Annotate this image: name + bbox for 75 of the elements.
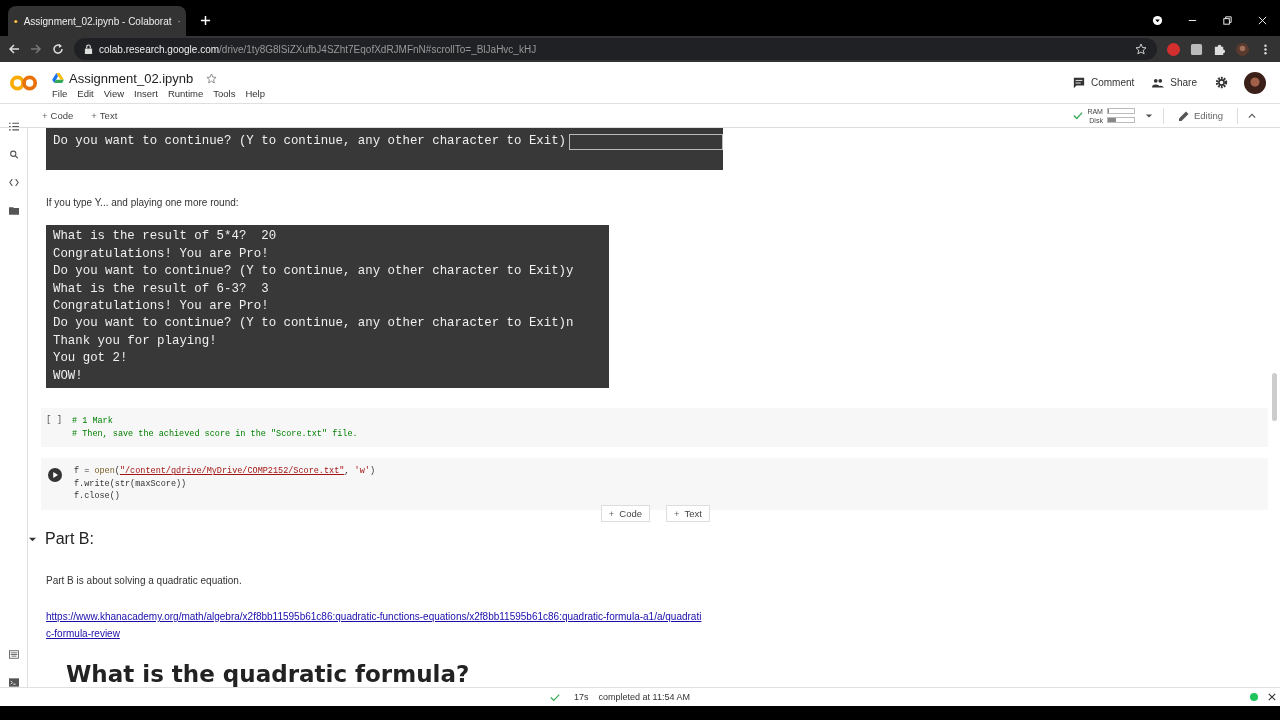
table-of-contents-icon[interactable] bbox=[8, 122, 19, 131]
add-code-button[interactable]: + Code bbox=[600, 505, 650, 523]
run-button[interactable] bbox=[48, 468, 62, 483]
share-button[interactable]: Share bbox=[1150, 74, 1199, 91]
add-text-button[interactable]: + Text bbox=[666, 505, 710, 523]
menu-item[interactable]: Runtime bbox=[167, 87, 204, 99]
menu-item[interactable]: Help bbox=[245, 87, 265, 99]
notebook-title[interactable]: Assignment_02.ipynb bbox=[69, 70, 194, 86]
editing-button[interactable]: Editing bbox=[1171, 108, 1229, 123]
search-icon[interactable] bbox=[8, 150, 19, 159]
text-paragraph: Part B is about solving a quadratic equation. bbox=[46, 575, 243, 587]
output-line: You got 2! bbox=[53, 350, 128, 368]
output-line: Congratulations! You are Pro! bbox=[53, 298, 269, 316]
code-line: f.close() bbox=[74, 490, 121, 504]
settings-icon[interactable] bbox=[1215, 76, 1228, 89]
disk-meter bbox=[1106, 117, 1135, 123]
input-field[interactable] bbox=[569, 133, 724, 150]
back-icon[interactable] bbox=[8, 43, 20, 55]
code-cell[interactable]: f = open("/content/gdrive/MyDrive/COMP2152/Score.txt", 'w') f.write(str(maxScore)) f.close() bbox=[41, 458, 1268, 511]
code-line: # Then, save the achieved score in the "Score.txt" file. bbox=[72, 427, 358, 441]
puzzle-icon[interactable] bbox=[1213, 42, 1226, 56]
output-line: What is the result of 5*4? 20 bbox=[53, 228, 277, 246]
keyboard-icon[interactable] bbox=[8, 650, 19, 659]
collapse-icon[interactable] bbox=[1248, 112, 1256, 119]
section-heading: Part B: bbox=[45, 530, 94, 549]
restore-icon[interactable] bbox=[1222, 15, 1233, 26]
forward-icon[interactable] bbox=[30, 43, 42, 55]
code-line: f.write(str(maxScore)) bbox=[74, 477, 188, 491]
people-icon bbox=[1152, 76, 1165, 89]
text-paragraph: If you type Y... and playing one more round: bbox=[46, 197, 240, 209]
add-code-button[interactable]: + Code bbox=[36, 109, 80, 122]
output-line: Do you want to continue? (Y to continue, any other character to Exit) bbox=[53, 133, 567, 150]
output-line: Do you want to continue? (Y to continue, any other character to Exit)y bbox=[53, 263, 574, 281]
output-line: What is the result of 6-3? 3 bbox=[53, 280, 269, 298]
duration-text: 17s bbox=[574, 692, 589, 702]
folder-icon[interactable] bbox=[8, 206, 19, 215]
terminal-icon[interactable] bbox=[8, 678, 19, 687]
add-text-button[interactable]: + Text bbox=[85, 109, 124, 122]
comment-icon bbox=[1072, 76, 1085, 89]
stop-sign-icon[interactable] bbox=[1167, 42, 1180, 56]
heading: What is the quadratic formula? bbox=[66, 660, 471, 687]
star-icon[interactable] bbox=[1135, 43, 1147, 55]
new-tab-icon[interactable] bbox=[200, 15, 211, 26]
code-line: # 1 Mark bbox=[72, 415, 114, 428]
comment-button[interactable]: Comment bbox=[1070, 74, 1137, 91]
code-line: f = open("/content/gdrive/MyDrive/COMP2152/Score.txt", 'w') bbox=[74, 465, 375, 478]
extension-icon[interactable] bbox=[1190, 42, 1203, 56]
output-line: Thank you for playing! bbox=[53, 332, 217, 350]
ram-meter bbox=[1106, 108, 1135, 114]
menu-item[interactable]: Tools bbox=[213, 87, 236, 99]
profile-menu-icon[interactable] bbox=[1152, 15, 1163, 26]
menu-item[interactable]: Edit bbox=[77, 87, 94, 99]
menu-item[interactable]: File bbox=[52, 87, 68, 99]
avatar-icon[interactable] bbox=[1244, 71, 1266, 94]
output-line: WOW! bbox=[53, 367, 83, 385]
drive-icon bbox=[52, 73, 64, 83]
connection-dot bbox=[1250, 693, 1258, 701]
lock-icon bbox=[84, 43, 93, 55]
link[interactable]: https://www.khanacademy.org/math/algebra/x2f8bb11595b61c86:quadratic-functions-equations/x2f8bb11595b61c86:quadratic-formula-a1/a/quadratic-formula-review bbox=[46, 608, 706, 643]
dropdown-icon[interactable] bbox=[1144, 112, 1153, 119]
output-line: Congratulations! You are Pro! bbox=[53, 245, 269, 263]
code-icon[interactable] bbox=[8, 178, 19, 187]
code-cell[interactable]: [ ] # 1 Mark # Then, save the achieved score in the "Score.txt" file. bbox=[41, 408, 1268, 448]
execution-count: [ ] bbox=[46, 415, 64, 428]
menu-item[interactable]: Insert bbox=[134, 87, 158, 99]
status-message: completed at 11:54 AM bbox=[598, 692, 690, 702]
address-bar[interactable]: colab.research.google.com/drive/1ty8G8lSiZXufbJ4SZht7EqofXdRJMFnN#scrollTo=_BlJaHvc_kHJ bbox=[74, 38, 1157, 60]
pencil-icon bbox=[1177, 109, 1190, 122]
star-icon[interactable] bbox=[206, 72, 218, 84]
reload-icon[interactable] bbox=[52, 43, 64, 55]
output-line: Do you want to continue? (Y to continue, any other character to Exit)n bbox=[53, 315, 574, 333]
url-text: colab.research.google.com/drive/1ty8G8lSiZXufbJ4SZht7EqofXdRJMFnN#scrollTo=_BlJaHvc_kHJ bbox=[99, 43, 537, 55]
browser-tab[interactable]: Assignment_02.ipynb - Colaborat bbox=[8, 6, 186, 36]
menu-item[interactable]: View bbox=[103, 87, 125, 99]
caret-icon[interactable] bbox=[29, 535, 36, 543]
